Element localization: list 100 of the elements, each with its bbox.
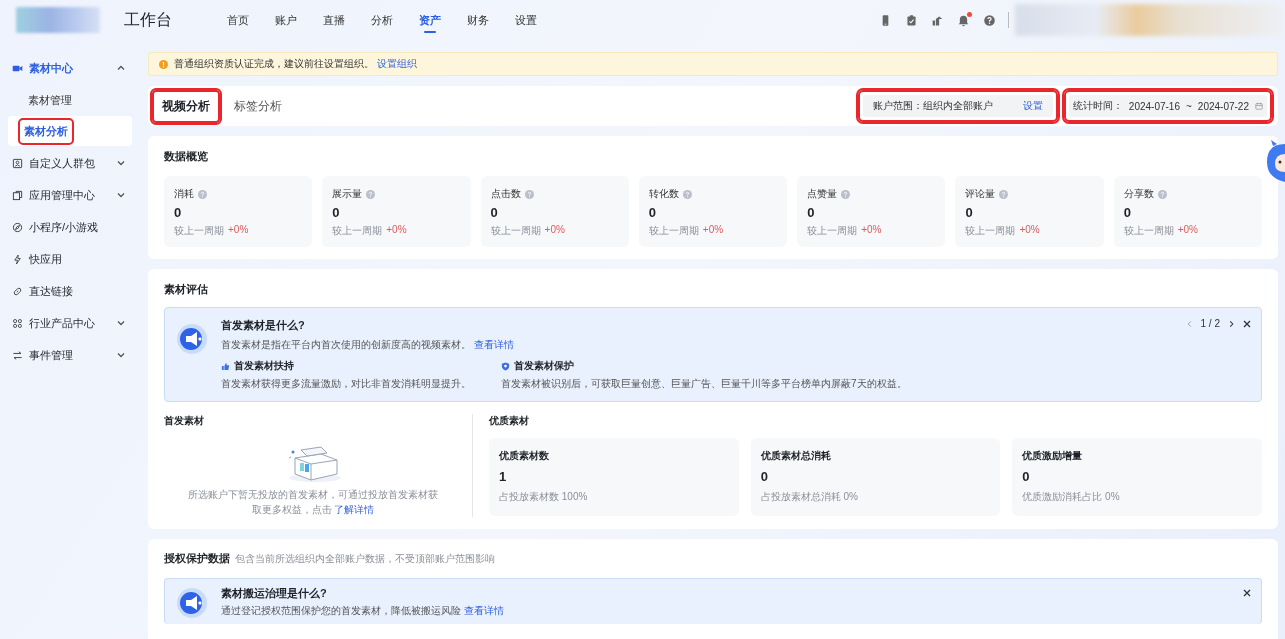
contact-card-icon (12, 157, 23, 169)
close-icon (1243, 319, 1251, 328)
change-value: +0% (386, 224, 407, 237)
learn-more-link[interactable]: 了解详情 (334, 503, 375, 515)
lightning-icon (12, 253, 23, 265)
feature-text: 首发素材被识别后，可获取巨量创意、巨量广告、巨量千川等多平台榜单内屏蔽7天的权益。 (501, 377, 907, 391)
banner-title: 首发素材是什么? (221, 318, 306, 333)
metric-label: 分享数 (1123, 187, 1154, 201)
nav-tab[interactable]: 设置 (502, 0, 550, 40)
section-title: 素材评估 (164, 282, 209, 297)
sidebar-item[interactable]: 事件管理 (0, 339, 140, 371)
tab[interactable]: 视频分析 (152, 89, 220, 123)
chevron-icon (116, 158, 126, 168)
tab[interactable]: 标签分析 (224, 89, 292, 123)
compare-label: 较上一周期 (807, 224, 858, 238)
sidebar-item[interactable]: 自定义人群包 (0, 147, 140, 179)
help-icon (682, 189, 692, 199)
settings-link[interactable]: 设置 (1022, 99, 1043, 113)
section-title: 首发素材 (164, 414, 204, 428)
setup-link[interactable]: 设置组织 (376, 58, 417, 69)
window-icon (12, 189, 23, 201)
sidebar-item[interactable]: 行业产品中心 (0, 307, 140, 339)
metric-value: 0 (1022, 469, 1031, 484)
help-icon (983, 13, 996, 27)
close-icon (1243, 589, 1251, 597)
metric-label: 点击数 (490, 187, 521, 201)
nav-tab[interactable]: 分析 (358, 0, 406, 40)
help-icon (841, 189, 851, 199)
chevron-right-icon (1228, 319, 1235, 328)
metric-label: 优质素材总消耗 (760, 449, 832, 463)
sidebar-item[interactable]: 素材中心 (0, 52, 140, 84)
section-title: 数据概览 (164, 149, 209, 164)
metric-label: 消耗 (174, 187, 194, 201)
section-title: 优质素材 (489, 414, 530, 428)
megaphone-icon (177, 588, 207, 618)
compare-label: 较上一周期 (174, 224, 224, 238)
sidebar-item[interactable]: 小程序/小游戏 (0, 211, 140, 243)
change-value: +0% (1177, 224, 1198, 237)
metric-label: 评论量 (965, 187, 996, 201)
metric-value: 0 (490, 205, 499, 220)
chevron-icon (116, 190, 126, 200)
sidebar-item[interactable]: 直达链接 (0, 275, 140, 307)
change-value: +0% (1019, 224, 1040, 237)
notice-text: 普通组织资质认证完成，建议前往设置组织。 设置组织 (174, 57, 417, 71)
metric-label: 展示量 (332, 187, 363, 201)
date-range-picker[interactable]: 统计时间： 2024-07-16 ~ 2024-07-22 (1063, 90, 1272, 122)
grid-icon (12, 317, 23, 329)
metric-value: 0 (760, 469, 769, 484)
link-icon (12, 285, 23, 297)
metric-value: 0 (965, 205, 974, 220)
help-icon (198, 189, 207, 199)
help-icon (999, 189, 1009, 199)
change-value: +0% (544, 224, 565, 237)
metric-label: 点赞量 (807, 187, 838, 201)
bell-button[interactable] (957, 13, 970, 27)
compare-label: 较上一周期 (648, 224, 699, 238)
compare-label: 较上一周期 (1123, 224, 1174, 238)
nav-tab[interactable]: 财务 (454, 0, 502, 40)
change-value: +0% (228, 224, 249, 237)
chevron-icon (116, 350, 126, 360)
details-link[interactable]: 查看详情 (473, 339, 514, 350)
metric-label: 优质激励增量 (1022, 449, 1084, 463)
sidebar-subitem[interactable]: 素材分析 (8, 116, 132, 146)
clipboard-check-button[interactable] (905, 13, 918, 27)
compare-label: 较上一周期 (965, 224, 1016, 238)
nav-tab[interactable]: 账户 (262, 0, 310, 40)
thumbs-up-icon (221, 361, 230, 371)
feature-title: 首发素材扶持 (234, 359, 294, 373)
metric-label: 转化数 (648, 187, 679, 201)
metric-value: 0 (648, 205, 658, 220)
section-title: 授权保护数据 (164, 551, 230, 566)
feature-title: 首发素材保护 (514, 359, 574, 373)
workbench-title: 工作台 (124, 9, 172, 30)
help-icon (1157, 189, 1167, 199)
metric-note: 优质激励消耗占比 0% (1022, 490, 1121, 504)
metric-value: 0 (332, 205, 341, 220)
metric-value: 0 (1123, 205, 1132, 220)
change-value: +0% (861, 224, 882, 237)
banner-text: 通过登记授权范围保护您的首发素材，降低被搬运风险 查看详情 (221, 604, 504, 618)
page-indicator: 1 / 2 (1200, 318, 1220, 329)
sidebar-item[interactable]: 快应用 (0, 243, 140, 275)
compare-label: 较上一周期 (490, 224, 541, 238)
nav-tab[interactable]: 首页 (214, 0, 262, 40)
sidebar-item[interactable]: 应用管理中心 (0, 179, 140, 211)
shield-icon (501, 361, 510, 371)
banner-title: 素材搬运治理是什么? (221, 586, 328, 601)
help-button[interactable] (983, 13, 996, 27)
account-scope-label: 账户范围：组织内全部账户 (872, 99, 993, 113)
details-link[interactable]: 查看详情 (463, 605, 504, 616)
banner-text: 首发素材是指在平台内首次使用的创新度高的视频素材。 查看详情 (221, 338, 515, 352)
chevron-icon (116, 318, 126, 328)
sidebar-subitem[interactable]: 素材管理 (8, 85, 132, 115)
nav-tab[interactable]: 资产 (406, 0, 454, 40)
bell-icon (957, 13, 970, 27)
metric-value: 1 (499, 469, 508, 484)
metric-note: 占投放素材总消耗 0% (760, 490, 859, 504)
compass-icon (12, 221, 23, 233)
nav-tab[interactable]: 直播 (310, 0, 358, 40)
compare-label: 较上一周期 (332, 224, 383, 238)
help-icon (524, 189, 534, 199)
